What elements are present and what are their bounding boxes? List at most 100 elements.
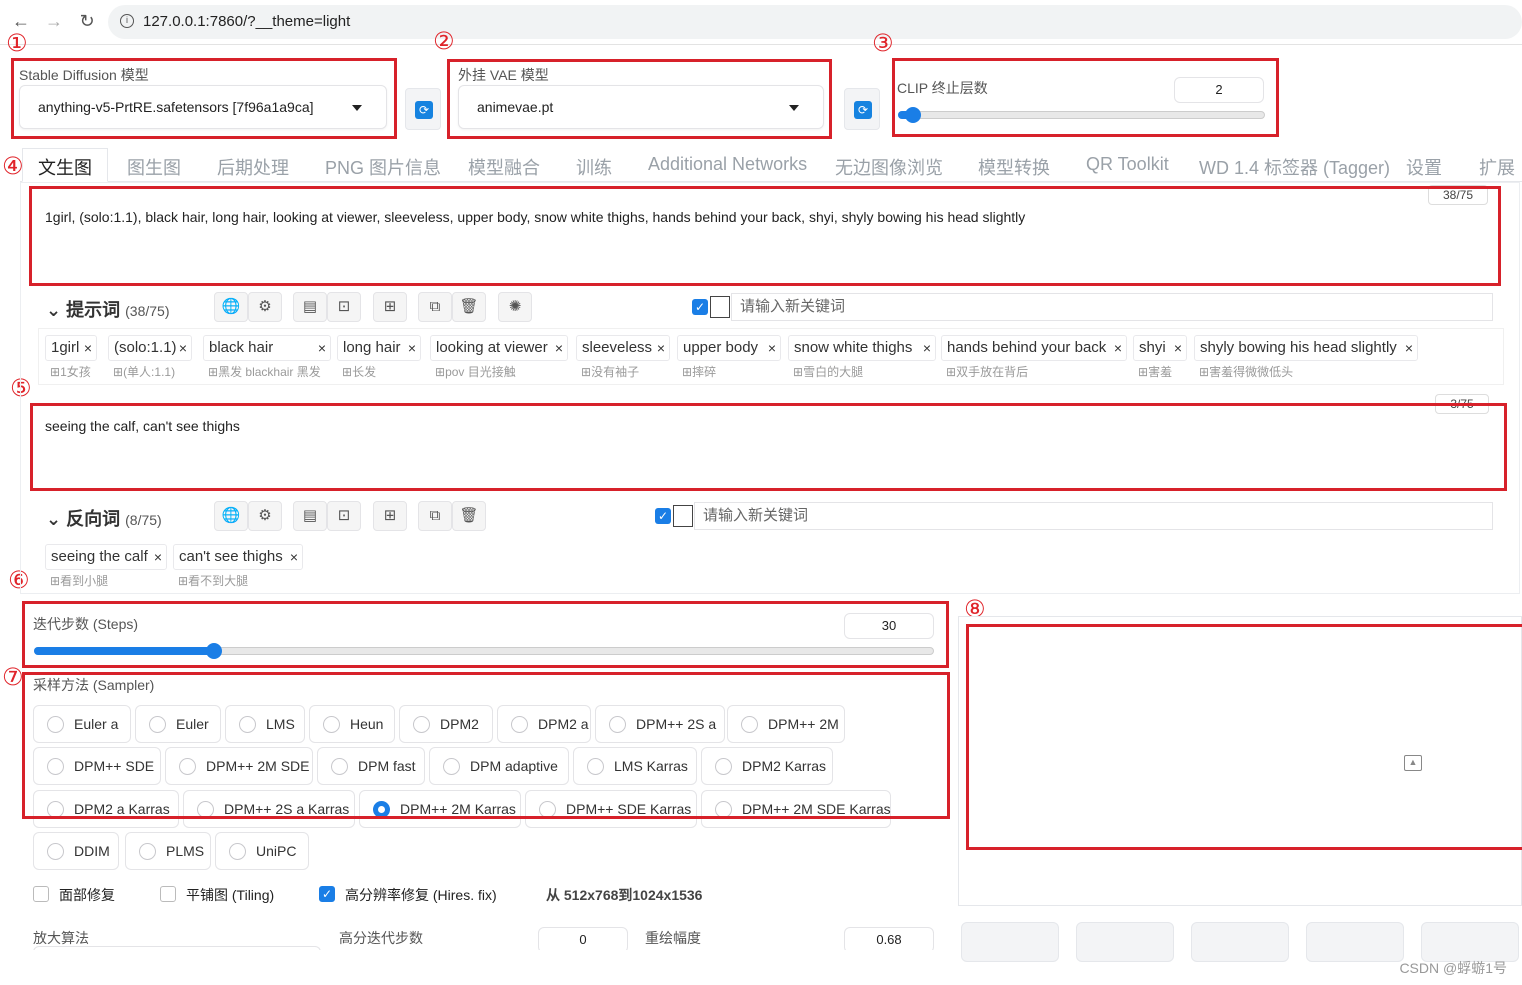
negative-keyword-input[interactable]: 请输入新关键词	[694, 502, 1493, 530]
model-refresh-button[interactable]: ⟳	[405, 88, 441, 130]
sampler-option[interactable]: DDIM	[33, 832, 119, 870]
trash-icon[interactable]: 🗑	[452, 501, 486, 531]
highlight-sampler	[22, 672, 950, 819]
refresh-icon: ⟳	[854, 101, 872, 119]
highlight-output	[966, 624, 1522, 850]
history-icon[interactable]: ▤	[293, 501, 327, 531]
bookmark-icon[interactable]: ⊡	[327, 292, 361, 322]
prompt-tag-label: shyi	[1139, 339, 1166, 356]
reload-icon[interactable]: ↻	[76, 10, 98, 32]
prompt-tag-translation-text: 害羞得微微低头	[1209, 365, 1294, 379]
prompt-tag-translation: ⊞摔碎	[682, 365, 717, 379]
bookmark-icon[interactable]: ⊡	[327, 501, 361, 531]
negative-tag-label: can't see thighs	[179, 548, 283, 565]
refresh-icon: ⟳	[415, 101, 433, 119]
prompt-tag[interactable]: upper body ×	[677, 335, 781, 361]
tab-tagger[interactable]: WD 1.4 标签器 (Tagger)	[1199, 154, 1390, 180]
tab-txt2img[interactable]: 文生图	[38, 154, 92, 180]
negative-tag-label: seeing the calf	[51, 548, 148, 565]
prompt-tag[interactable]: black hair ×	[203, 335, 331, 361]
highlight-3	[892, 58, 1279, 137]
close-icon[interactable]: ×	[179, 336, 187, 360]
marker-3: ③	[872, 29, 894, 57]
output-action-button[interactable]	[1191, 922, 1289, 962]
site-info-icon[interactable]: i	[120, 14, 134, 28]
trash-icon[interactable]: 🗑	[452, 292, 486, 322]
prompt-tag[interactable]: snow white thighs ×	[788, 335, 936, 361]
negative-tag[interactable]: can't see thighs ×	[173, 544, 303, 570]
close-icon[interactable]: ×	[657, 336, 665, 360]
gear-icon[interactable]: ⚙	[248, 501, 282, 531]
address-bar[interactable]: i 127.0.0.1:7860/?__theme=light	[108, 5, 1522, 39]
output-action-button[interactable]	[961, 922, 1059, 962]
sampler-option-label: UniPC	[256, 843, 297, 859]
vae-refresh-button[interactable]: ⟳	[844, 88, 880, 130]
prompt-tag[interactable]: shyi ×	[1133, 335, 1187, 361]
negative-tag-translation: ⊞看到小腿	[50, 574, 109, 588]
prompt-tag-translation: ⊞1女孩	[50, 365, 91, 379]
tab-img2img[interactable]: 图生图	[127, 154, 181, 180]
prompt-tag[interactable]: hands behind your back ×	[941, 335, 1127, 361]
prompt-tag-label: (solo:1.1)	[114, 339, 177, 356]
denoise-label: 重绘幅度	[645, 930, 701, 946]
tab-merge[interactable]: 模型融合	[468, 154, 540, 180]
negative-tag[interactable]: seeing the calf ×	[45, 544, 167, 570]
negative-heading[interactable]: ⌄ 反向词 (8/75)	[46, 505, 162, 531]
history-icon[interactable]: ▤	[293, 292, 327, 322]
tab-png-info[interactable]: PNG 图片信息	[325, 154, 441, 180]
prompt-tag[interactable]: 1girl ×	[45, 335, 97, 361]
tab-train[interactable]: 训练	[576, 154, 612, 180]
sampler-option[interactable]: PLMS	[125, 832, 211, 870]
gear-icon[interactable]: ⚙	[248, 292, 282, 322]
tab-extensions[interactable]: 扩展	[1479, 154, 1515, 180]
tab-image-browser[interactable]: 无边图像浏览	[835, 154, 943, 180]
close-icon[interactable]: ×	[923, 336, 931, 360]
output-action-button[interactable]	[1076, 922, 1174, 962]
prompt-tag-label: black hair	[209, 339, 274, 356]
prompt-heading[interactable]: ⌄ 提示词 (38/75)	[46, 296, 169, 322]
translate-icon[interactable]: 🌐	[214, 501, 248, 531]
face-restore-checkbox[interactable]	[33, 886, 49, 902]
prompt-tag[interactable]: shyly bowing his head slightly ×	[1194, 335, 1418, 361]
prompt-tag[interactable]: long hair ×	[337, 335, 421, 361]
forward-icon[interactable]: →	[43, 10, 65, 32]
tab-extras[interactable]: 后期处理	[217, 154, 289, 180]
prompt-tag[interactable]: sleeveless ×	[576, 335, 670, 361]
output-action-button[interactable]	[1421, 922, 1519, 962]
translate-text-icon[interactable]: ⊞	[373, 501, 407, 531]
negative-tag-translation-text: 看到小腿	[60, 574, 109, 588]
prompt-tag-translation: ⊞长发	[342, 365, 377, 379]
translate-text-icon[interactable]: ⊞	[373, 292, 407, 322]
close-icon[interactable]: ×	[555, 336, 563, 360]
close-icon[interactable]: ×	[1174, 336, 1182, 360]
tiling-checkbox[interactable]	[160, 886, 176, 902]
prompt-tag-label: long hair	[343, 339, 401, 356]
copy-icon[interactable]: ⧉	[418, 501, 452, 531]
prompt-tag[interactable]: (solo:1.1) ×	[108, 335, 192, 361]
prompt-tag-translation: ⊞pov 目光接触	[435, 365, 516, 379]
tab-qr-toolkit[interactable]: QR Toolkit	[1086, 154, 1169, 175]
close-icon[interactable]: ×	[154, 545, 162, 569]
close-icon[interactable]: ×	[318, 336, 326, 360]
prompt-tag[interactable]: looking at viewer ×	[430, 335, 568, 361]
close-icon[interactable]: ×	[1114, 336, 1122, 360]
tab-model-convert[interactable]: 模型转换	[978, 154, 1050, 180]
prompt-tag-translation: ⊞双手放在背后	[946, 365, 1029, 379]
close-icon[interactable]: ×	[408, 336, 416, 360]
negative-enable-checkbox[interactable]: ✓	[655, 508, 671, 524]
output-action-button[interactable]	[1306, 922, 1404, 962]
tab-additional-networks[interactable]: Additional Networks	[648, 154, 807, 175]
prompt-keyword-input[interactable]: 请输入新关键词	[731, 293, 1493, 321]
close-icon[interactable]: ×	[84, 336, 92, 360]
hires-checkbox[interactable]: ✓	[319, 886, 335, 902]
ai-icon[interactable]: ✺	[498, 292, 532, 322]
close-icon[interactable]: ×	[768, 336, 776, 360]
copy-icon[interactable]: ⧉	[418, 292, 452, 322]
prompt-enable-checkbox[interactable]: ✓	[692, 299, 708, 315]
close-icon[interactable]: ×	[290, 545, 298, 569]
close-icon[interactable]: ×	[1405, 336, 1413, 360]
translate-icon[interactable]: 🌐	[214, 292, 248, 322]
sampler-option-label: DDIM	[74, 843, 110, 859]
tab-settings[interactable]: 设置	[1406, 154, 1442, 180]
sampler-option[interactable]: UniPC	[215, 832, 309, 870]
